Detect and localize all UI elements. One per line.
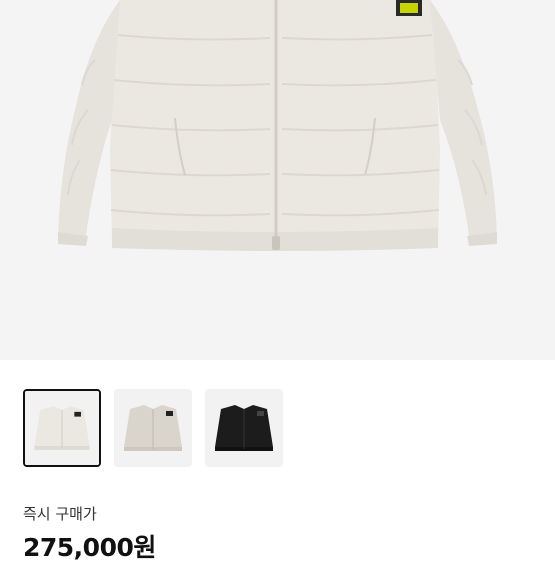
jacket-image	[0, 0, 555, 360]
jacket-thumbnail-black	[205, 389, 283, 467]
thumbnail-black[interactable]	[205, 389, 283, 467]
thumbnail-white[interactable]	[23, 389, 101, 467]
jacket-thumbnail-white	[25, 391, 99, 465]
instant-buy-label: 즉시 구매가	[23, 505, 97, 523]
thumbnail-list	[23, 389, 283, 467]
thumbnail-beige[interactable]	[114, 389, 192, 467]
product-hero-image[interactable]	[0, 0, 555, 360]
jacket-thumbnail-beige	[114, 389, 192, 467]
price-value: 275,000원	[23, 533, 156, 562]
